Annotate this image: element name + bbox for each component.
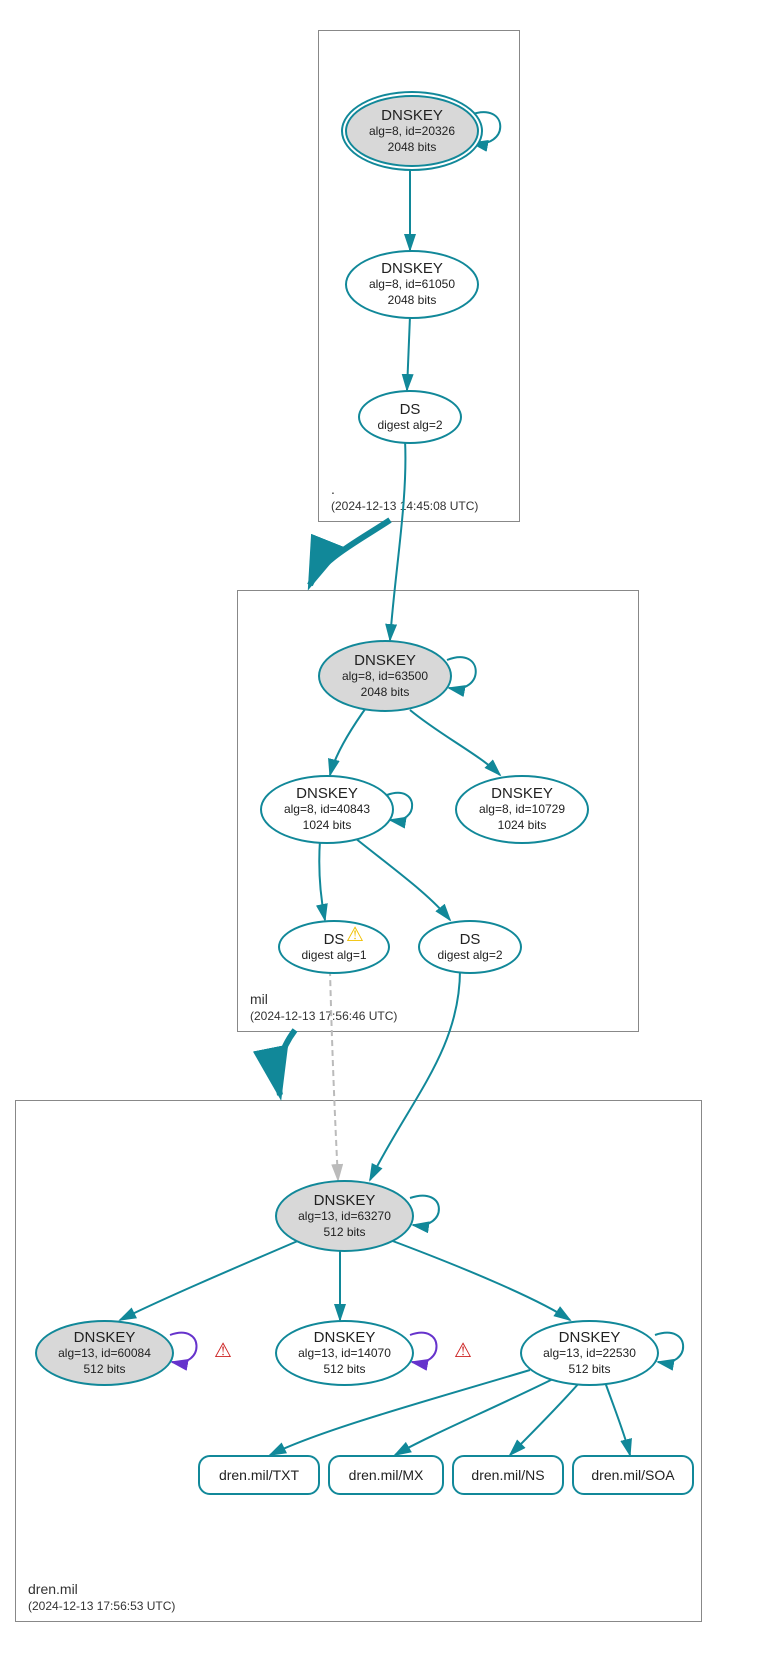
node-sub2: 512 bits bbox=[568, 1362, 610, 1378]
node-dnskey-mil-zsk-40843: DNSKEY alg=8, id=40843 1024 bits bbox=[260, 775, 394, 844]
node-sub1: alg=13, id=14070 bbox=[298, 1346, 391, 1362]
node-dnskey-mil-ksk: DNSKEY alg=8, id=63500 2048 bits bbox=[318, 640, 452, 712]
node-sub2: 2048 bits bbox=[361, 685, 410, 701]
node-title: DNSKEY bbox=[314, 1192, 376, 1209]
error-icon bbox=[454, 1338, 472, 1363]
node-dnskey-dren-14070: DNSKEY alg=13, id=14070 512 bits bbox=[275, 1320, 414, 1386]
node-sub2: 1024 bits bbox=[498, 818, 547, 834]
node-title: dren.mil/NS bbox=[471, 1467, 544, 1483]
node-title: DNSKEY bbox=[381, 260, 443, 277]
node-sub1: alg=8, id=61050 bbox=[369, 277, 455, 293]
ds-label: DS bbox=[324, 931, 345, 948]
node-title: DS bbox=[400, 401, 421, 418]
node-title: DS bbox=[324, 931, 345, 948]
node-sub1: alg=8, id=20326 bbox=[369, 124, 455, 140]
node-ds-mil-alg2: DS digest alg=2 bbox=[418, 920, 522, 974]
node-rrset-mx: dren.mil/MX bbox=[328, 1455, 444, 1495]
node-ds-mil-alg1: DS digest alg=1 bbox=[278, 920, 390, 974]
warning-icon bbox=[346, 922, 364, 947]
zone-label-dren: dren.mil (2024-12-13 17:56:53 UTC) bbox=[28, 1581, 175, 1613]
node-title: DNSKEY bbox=[354, 652, 416, 669]
node-sub2: 512 bits bbox=[83, 1362, 125, 1378]
node-title: DS bbox=[460, 931, 481, 948]
node-title: DNSKEY bbox=[381, 107, 443, 124]
node-dnskey-root-zsk: DNSKEY alg=8, id=61050 2048 bits bbox=[345, 250, 479, 319]
error-icon bbox=[214, 1338, 232, 1363]
zone-label-mil: mil (2024-12-13 17:56:46 UTC) bbox=[250, 991, 397, 1023]
node-sub1: alg=8, id=40843 bbox=[284, 802, 370, 818]
node-rrset-txt: dren.mil/TXT bbox=[198, 1455, 320, 1495]
zone-name: mil bbox=[250, 991, 397, 1007]
node-sub1: digest alg=2 bbox=[437, 948, 502, 964]
node-title: DNSKEY bbox=[314, 1329, 376, 1346]
node-title: DNSKEY bbox=[74, 1329, 136, 1346]
zone-name: . bbox=[331, 481, 478, 497]
zone-time: (2024-12-13 17:56:53 UTC) bbox=[28, 1599, 175, 1613]
node-sub2: 2048 bits bbox=[388, 140, 437, 156]
node-title: dren.mil/TXT bbox=[219, 1467, 299, 1483]
node-title: dren.mil/SOA bbox=[591, 1467, 674, 1483]
zone-label-root: . (2024-12-13 14:45:08 UTC) bbox=[331, 481, 478, 513]
node-ds-root: DS digest alg=2 bbox=[358, 390, 462, 444]
node-sub1: digest alg=1 bbox=[301, 948, 366, 964]
node-rrset-ns: dren.mil/NS bbox=[452, 1455, 564, 1495]
zone-time: (2024-12-13 17:56:46 UTC) bbox=[250, 1009, 397, 1023]
zone-time: (2024-12-13 14:45:08 UTC) bbox=[331, 499, 478, 513]
node-title: DNSKEY bbox=[491, 785, 553, 802]
node-sub1: alg=13, id=22530 bbox=[543, 1346, 636, 1362]
node-sub2: 2048 bits bbox=[388, 293, 437, 309]
node-dnskey-root-ksk: DNSKEY alg=8, id=20326 2048 bits bbox=[345, 95, 479, 167]
zone-name: dren.mil bbox=[28, 1581, 175, 1597]
node-sub1: alg=13, id=63270 bbox=[298, 1209, 391, 1225]
node-sub2: 1024 bits bbox=[303, 818, 352, 834]
node-dnskey-dren-60084: DNSKEY alg=13, id=60084 512 bits bbox=[35, 1320, 174, 1386]
node-title: dren.mil/MX bbox=[349, 1467, 424, 1483]
node-sub1: digest alg=2 bbox=[377, 418, 442, 434]
node-sub1: alg=8, id=63500 bbox=[342, 669, 428, 685]
node-sub2: 512 bits bbox=[323, 1362, 365, 1378]
node-rrset-soa: dren.mil/SOA bbox=[572, 1455, 694, 1495]
node-dnskey-dren-ksk: DNSKEY alg=13, id=63270 512 bits bbox=[275, 1180, 414, 1252]
node-sub2: 512 bits bbox=[323, 1225, 365, 1241]
node-title: DNSKEY bbox=[559, 1329, 621, 1346]
node-dnskey-mil-zsk-10729: DNSKEY alg=8, id=10729 1024 bits bbox=[455, 775, 589, 844]
node-sub1: alg=13, id=60084 bbox=[58, 1346, 151, 1362]
node-title: DNSKEY bbox=[296, 785, 358, 802]
node-dnskey-dren-22530: DNSKEY alg=13, id=22530 512 bits bbox=[520, 1320, 659, 1386]
node-sub1: alg=8, id=10729 bbox=[479, 802, 565, 818]
